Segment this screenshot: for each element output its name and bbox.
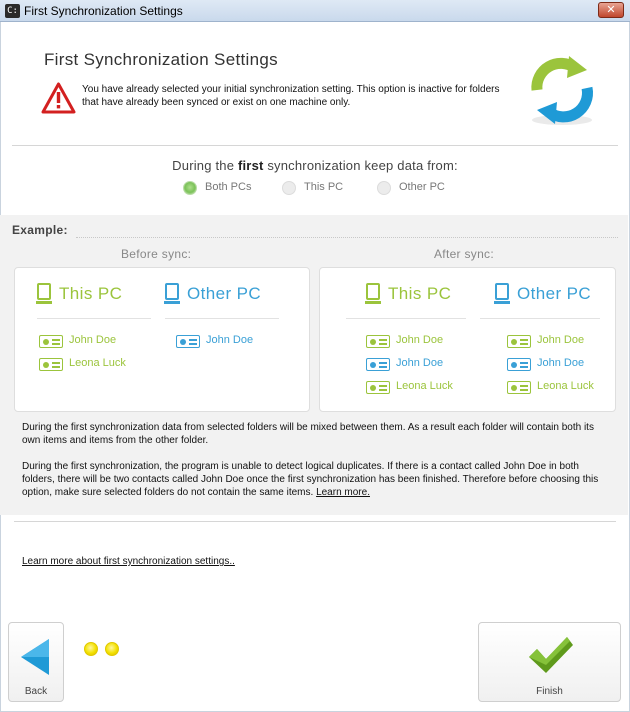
window-title: First Synchronization Settings: [24, 4, 183, 18]
divider: [12, 145, 618, 146]
title-bar: C: First Synchronization Settings ✕: [0, 0, 630, 22]
contact-name: John Doe: [396, 334, 444, 346]
radio-dot: [377, 181, 391, 195]
pc-title: This PC: [59, 284, 123, 303]
contact-name: Leona Luck: [69, 357, 126, 369]
close-button[interactable]: ✕: [598, 2, 624, 18]
monitor-icon: [365, 283, 381, 304]
contact-name: John Doe: [537, 334, 585, 346]
monitor-icon: [494, 283, 510, 304]
radio-label: Both PCs: [205, 181, 252, 193]
description-duplicates: During the first synchronization, the pr…: [22, 460, 607, 499]
duplicates-text: During the first synchronization, the pr…: [22, 461, 599, 498]
radio-dot: [183, 181, 197, 195]
panel-divider: [37, 318, 151, 319]
contact-name: Leona Luck: [396, 380, 453, 392]
contact-card-icon: [366, 358, 390, 371]
pc-title: This PC: [388, 284, 452, 303]
after-sync-label: After sync:: [434, 247, 494, 261]
learn-more-first-sync-link[interactable]: Learn more about first synchronization s…: [22, 556, 235, 567]
pc-title: Other PC: [187, 284, 262, 303]
keep-suffix: synchronization keep data from:: [263, 158, 458, 173]
progress-dot: [84, 642, 98, 656]
learn-more-link[interactable]: Learn more.: [316, 487, 370, 498]
monitor-icon: [36, 283, 52, 304]
contact-card-icon: [507, 358, 531, 371]
page-title: First Synchronization Settings: [44, 50, 278, 69]
panel-divider: [346, 318, 466, 319]
after-sync-panel: This PC Other PC John Doe John Doe Leona…: [319, 267, 616, 412]
keep-data-label: During the first synchronization keep da…: [0, 158, 630, 173]
radio-dot: [282, 181, 296, 195]
radio-label: Other PC: [399, 181, 445, 193]
contact-name: John Doe: [396, 357, 444, 369]
contact-name: John Doe: [537, 357, 585, 369]
back-button[interactable]: Back: [8, 622, 64, 702]
keep-prefix: During the: [172, 158, 238, 173]
example-label: Example:: [12, 223, 68, 237]
contact-card-icon: [366, 381, 390, 394]
contact-name: Leona Luck: [537, 380, 594, 392]
keep-bold: first: [237, 158, 264, 173]
description-mixed: During the first synchronization data fr…: [22, 422, 594, 446]
before-sync-label: Before sync:: [121, 247, 192, 261]
progress-dot: [105, 642, 119, 656]
contact-card-icon: [39, 335, 63, 348]
warning-icon: [41, 82, 76, 114]
example-divider: [76, 237, 618, 238]
panel-divider: [480, 318, 600, 319]
contact-card-icon: [176, 335, 200, 348]
sync-logo-icon: [531, 56, 593, 125]
warning-text: You have already selected your initial s…: [82, 84, 500, 108]
contact-name: John Doe: [69, 334, 117, 346]
contact-card-icon: [507, 381, 531, 394]
back-arrow-icon: [21, 639, 49, 675]
contact-name: John Doe: [206, 334, 254, 346]
pc-title: Other PC: [517, 284, 592, 303]
contact-card-icon: [366, 335, 390, 348]
before-sync-panel: This PC Other PC John Doe Leona Luck Joh…: [14, 267, 310, 412]
radio-label: This PC: [304, 181, 344, 193]
finish-label: Finish: [536, 686, 563, 697]
contact-card-icon: [507, 335, 531, 348]
divider: [14, 521, 616, 522]
finish-button[interactable]: Finish: [478, 622, 621, 702]
monitor-icon: [164, 283, 180, 304]
checkmark-icon: [529, 637, 573, 673]
app-icon: C:: [5, 4, 20, 18]
panel-divider: [165, 318, 279, 319]
contact-card-icon: [39, 358, 63, 371]
back-label: Back: [24, 686, 48, 697]
